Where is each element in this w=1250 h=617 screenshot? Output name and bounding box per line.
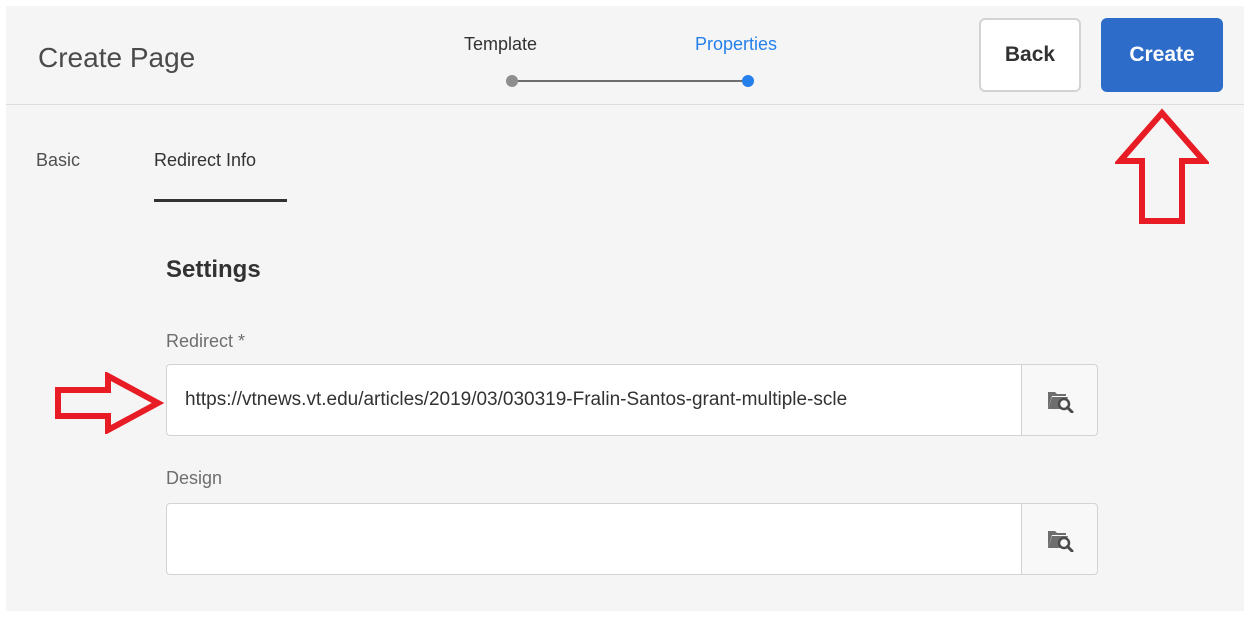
redirect-input[interactable] xyxy=(166,364,1022,436)
step-template-label: Template xyxy=(464,34,538,54)
folder-search-icon xyxy=(1047,392,1073,413)
active-tab-indicator xyxy=(154,199,287,202)
create-page-dialog: Create Page Template Properties Back Cre… xyxy=(6,6,1244,611)
design-label: Design xyxy=(166,468,223,488)
tab-redirect-info[interactable]: Redirect Info xyxy=(154,150,256,171)
step-template-dot xyxy=(506,75,518,87)
create-button[interactable]: Create xyxy=(1101,18,1223,92)
section-title-settings: Settings xyxy=(166,256,261,283)
redirect-picker-button[interactable] xyxy=(1021,364,1098,436)
wizard-header: Create Page Template Properties Back Cre… xyxy=(6,6,1244,105)
step-progress-track xyxy=(511,80,743,82)
annotation-arrow-up xyxy=(1115,108,1209,224)
step-properties-label: Properties xyxy=(695,34,778,54)
redirect-label: Redirect * xyxy=(166,331,246,351)
tab-basic[interactable]: Basic xyxy=(36,150,80,171)
design-input[interactable] xyxy=(166,503,1022,575)
folder-search-icon xyxy=(1047,531,1073,552)
annotation-arrow-right xyxy=(55,372,164,434)
page-title: Create Page xyxy=(38,42,196,73)
design-picker-button[interactable] xyxy=(1021,503,1098,575)
back-button[interactable]: Back xyxy=(979,18,1081,92)
step-properties-dot xyxy=(742,75,754,87)
